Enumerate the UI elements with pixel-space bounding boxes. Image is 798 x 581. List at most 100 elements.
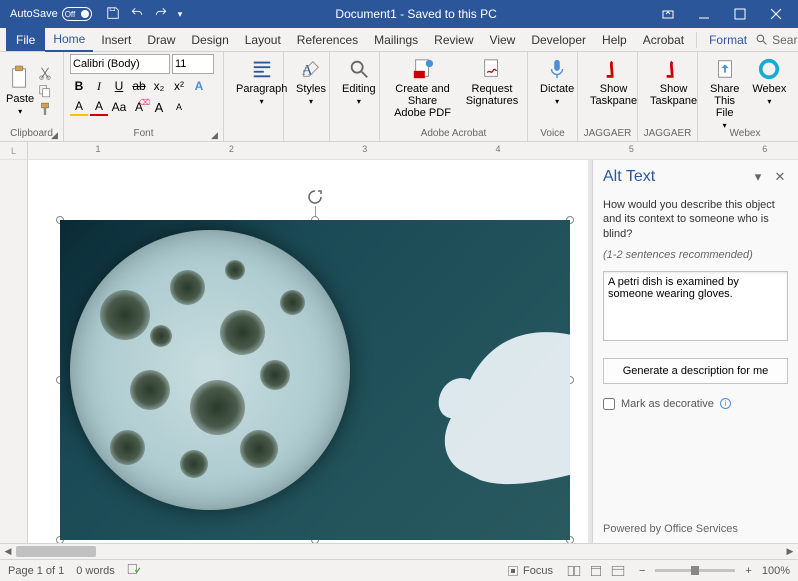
- zoom-in-button[interactable]: +: [745, 565, 751, 577]
- undo-icon[interactable]: [130, 6, 144, 23]
- styles-button[interactable]: AStyles▾: [290, 54, 332, 127]
- italic-button[interactable]: I: [90, 77, 108, 95]
- info-icon[interactable]: i: [720, 398, 731, 409]
- tab-insert[interactable]: Insert: [93, 29, 139, 51]
- tab-layout[interactable]: Layout: [237, 29, 289, 51]
- shrink-font-button[interactable]: A: [170, 98, 188, 116]
- print-layout-icon[interactable]: [585, 562, 607, 580]
- close-icon[interactable]: [758, 0, 794, 28]
- group-webex-label: Webex: [698, 126, 792, 141]
- clear-format-button[interactable]: A⌫: [130, 98, 148, 116]
- font-family-input[interactable]: [70, 54, 170, 74]
- mark-decorative-checkbox[interactable]: Mark as decorative i: [603, 398, 788, 410]
- redo-icon[interactable]: [154, 6, 168, 23]
- autosave-control[interactable]: AutoSave Off: [10, 7, 92, 21]
- tab-help[interactable]: Help: [594, 29, 635, 51]
- zoom-out-button[interactable]: −: [639, 565, 645, 577]
- dictate-button[interactable]: Dictate▾: [534, 54, 580, 127]
- highlight-button[interactable]: A: [70, 98, 88, 116]
- superscript-button[interactable]: x²: [170, 77, 188, 95]
- focus-mode-button[interactable]: Focus: [507, 565, 553, 577]
- rotate-handle-icon[interactable]: [306, 188, 324, 206]
- file-tab[interactable]: File: [6, 28, 45, 51]
- show-taskpane-2-button[interactable]: Show Taskpane: [644, 54, 703, 127]
- web-layout-icon[interactable]: [607, 562, 629, 580]
- pane-options-icon[interactable]: ▾: [750, 169, 766, 185]
- bold-button[interactable]: B: [70, 77, 88, 95]
- horizontal-ruler: L 1 2 3 4 5 6: [0, 142, 798, 160]
- ribbon-display-icon[interactable]: [650, 0, 686, 28]
- group-jaggaer1-label: JAGGAER: [578, 126, 637, 141]
- tab-developer[interactable]: Developer: [523, 29, 594, 51]
- strike-button[interactable]: ab: [130, 77, 148, 95]
- group-jaggaer2-label: JAGGAER: [638, 126, 697, 141]
- tab-review[interactable]: Review: [426, 29, 481, 51]
- font-launcher-icon[interactable]: ◢: [211, 130, 221, 140]
- change-case-button[interactable]: Aa: [110, 98, 128, 116]
- ruler-corner: L: [0, 142, 28, 159]
- document-title: Document1 - Saved to this PC: [182, 7, 650, 21]
- format-painter-icon[interactable]: [38, 102, 52, 116]
- cut-icon[interactable]: [38, 66, 52, 80]
- menu-bar: File Home Insert Draw Design Layout Refe…: [0, 28, 798, 52]
- clipboard-launcher-icon[interactable]: ◢: [51, 130, 61, 140]
- scroll-thumb[interactable]: [16, 546, 96, 557]
- alt-text-input[interactable]: [603, 271, 788, 341]
- share-file-button[interactable]: Share This File▾: [704, 54, 745, 135]
- subscript-button[interactable]: x₂: [150, 77, 168, 95]
- tab-format[interactable]: Format: [701, 29, 755, 51]
- scroll-right-icon[interactable]: ▶: [782, 544, 798, 559]
- paste-button[interactable]: Paste ▾: [6, 54, 34, 127]
- selected-image[interactable]: [60, 220, 570, 540]
- ribbon: Paste ▾ Clipboard ◢ B I U: [0, 52, 798, 142]
- glove-graphic: [330, 280, 570, 540]
- webex-button[interactable]: Webex▾: [749, 54, 789, 135]
- zoom-slider[interactable]: [655, 569, 735, 572]
- page-count[interactable]: Page 1 of 1: [8, 565, 64, 577]
- read-mode-icon[interactable]: [563, 562, 585, 580]
- maximize-icon[interactable]: [722, 0, 758, 28]
- search-icon: [755, 33, 768, 46]
- document-pane: [0, 160, 592, 543]
- word-count[interactable]: 0 words: [76, 565, 115, 577]
- grow-font-button[interactable]: A: [150, 98, 168, 116]
- tab-acrobat[interactable]: Acrobat: [635, 29, 692, 51]
- content-area: Alt Text ▾ ✕ How would you describe this…: [0, 160, 798, 543]
- tab-references[interactable]: References: [289, 29, 366, 51]
- quick-access-toolbar: ▾: [106, 6, 183, 23]
- search-box[interactable]: Search: [755, 33, 798, 47]
- text-effects-button[interactable]: A: [190, 77, 208, 95]
- alt-text-pane: Alt Text ▾ ✕ How would you describe this…: [592, 160, 798, 543]
- zoom-level[interactable]: 100%: [762, 565, 790, 577]
- font-color-button[interactable]: A: [90, 98, 108, 116]
- group-voice-label: Voice: [528, 126, 577, 141]
- show-taskpane-1-button[interactable]: Show Taskpane: [584, 54, 643, 127]
- save-icon[interactable]: [106, 6, 120, 23]
- vertical-ruler[interactable]: [0, 160, 28, 543]
- request-signatures-button[interactable]: Request Signatures: [463, 54, 521, 127]
- scroll-left-icon[interactable]: ◀: [0, 544, 16, 559]
- copy-icon[interactable]: [38, 84, 52, 98]
- group-acrobat-label: Adobe Acrobat: [380, 126, 527, 141]
- tab-design[interactable]: Design: [183, 29, 236, 51]
- underline-button[interactable]: U: [110, 77, 128, 95]
- title-bar: AutoSave Off ▾ Document1 - Saved to this…: [0, 0, 798, 28]
- group-font-label: Font: [64, 126, 223, 141]
- font-size-input[interactable]: [172, 54, 214, 74]
- minimize-icon[interactable]: [686, 0, 722, 28]
- create-share-pdf-button[interactable]: Create and Share Adobe PDF: [386, 54, 459, 127]
- horizontal-scrollbar[interactable]: ◀ ▶: [0, 543, 798, 559]
- tab-draw[interactable]: Draw: [139, 29, 183, 51]
- tab-home[interactable]: Home: [45, 28, 93, 52]
- alt-text-question: How would you describe this object and i…: [603, 198, 788, 241]
- tab-mailings[interactable]: Mailings: [366, 29, 426, 51]
- editing-button[interactable]: Editing▾: [336, 54, 382, 127]
- pane-close-icon[interactable]: ✕: [772, 169, 788, 185]
- autosave-toggle[interactable]: Off: [62, 7, 92, 21]
- alt-text-hint: (1-2 sentences recommended): [603, 249, 788, 261]
- generate-description-button[interactable]: Generate a description for me: [603, 358, 788, 384]
- image-content: [60, 220, 570, 540]
- document-page[interactable]: [28, 160, 588, 543]
- tab-view[interactable]: View: [482, 29, 524, 51]
- spellcheck-icon[interactable]: [127, 562, 141, 579]
